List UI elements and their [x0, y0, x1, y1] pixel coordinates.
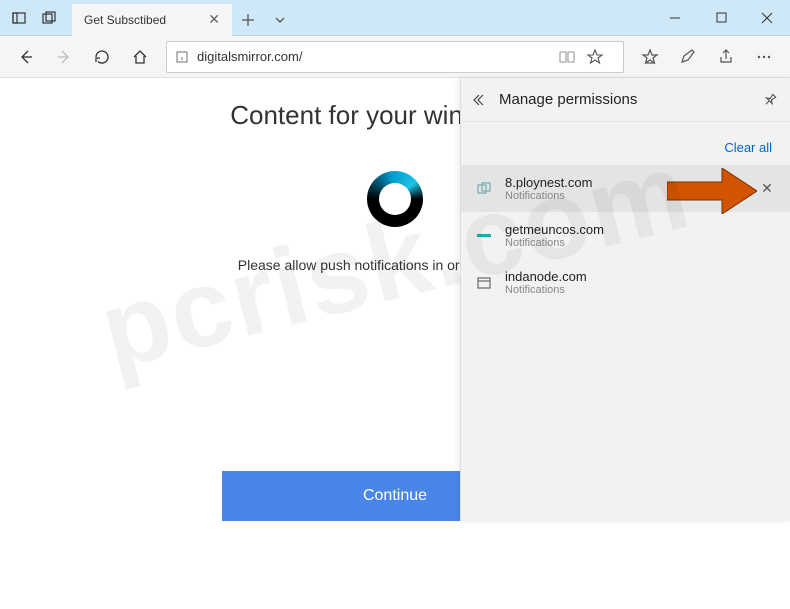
clear-all-link[interactable]: Clear all: [461, 122, 790, 165]
notes-button[interactable]: [670, 39, 706, 75]
address-text: digitalsmirror.com/: [197, 49, 559, 64]
favorites-button[interactable]: [632, 39, 668, 75]
site-info-icon[interactable]: [175, 50, 189, 64]
permission-type: Notifications: [505, 190, 746, 202]
tab-close-icon[interactable]: ✕: [208, 11, 220, 28]
browser-tab[interactable]: Get Subsctibed ✕: [72, 4, 232, 36]
permission-item[interactable]: 8.ploynest.com Notifications ✕: [461, 165, 790, 212]
permission-type: Notifications: [505, 237, 776, 249]
spinner-icon: [367, 171, 423, 227]
permission-domain: indanode.com: [505, 269, 776, 284]
share-button[interactable]: [708, 39, 744, 75]
setaside-icon[interactable]: [34, 3, 64, 33]
title-bar: Get Subsctibed ✕: [0, 0, 790, 36]
back-button[interactable]: [8, 39, 44, 75]
address-bar[interactable]: digitalsmirror.com/: [166, 41, 624, 73]
panel-title: Manage permissions: [499, 91, 762, 108]
maximize-button[interactable]: [698, 0, 744, 36]
panel-header: Manage permissions: [461, 78, 790, 122]
close-window-button[interactable]: [744, 0, 790, 36]
refresh-button[interactable]: [84, 39, 120, 75]
minimize-button[interactable]: [652, 0, 698, 36]
permission-item[interactable]: indanode.com Notifications: [461, 259, 790, 306]
taskview-icon[interactable]: [4, 3, 34, 33]
tab-title: Get Subsctibed: [84, 13, 198, 27]
permission-type: Notifications: [505, 284, 776, 296]
home-button[interactable]: [122, 39, 158, 75]
permission-domain: getmeuncos.com: [505, 222, 776, 237]
pin-icon[interactable]: [762, 92, 778, 108]
permission-item[interactable]: getmeuncos.com Notifications: [461, 212, 790, 259]
site-icon: [475, 274, 493, 292]
tab-chevron-icon[interactable]: [264, 4, 296, 36]
permission-domain: 8.ploynest.com: [505, 175, 746, 190]
new-tab-button[interactable]: [232, 4, 264, 36]
more-button[interactable]: [746, 39, 782, 75]
reading-view-icon[interactable]: [559, 50, 587, 64]
forward-button[interactable]: [46, 39, 82, 75]
site-icon: [475, 180, 493, 198]
permissions-panel: Manage permissions Clear all 8.ploynest.…: [460, 78, 790, 521]
toolbar: digitalsmirror.com/: [0, 36, 790, 78]
favorite-star-icon[interactable]: [587, 49, 615, 65]
panel-back-icon[interactable]: [473, 92, 489, 108]
remove-permission-icon[interactable]: ✕: [758, 180, 776, 197]
site-icon: [475, 227, 493, 245]
